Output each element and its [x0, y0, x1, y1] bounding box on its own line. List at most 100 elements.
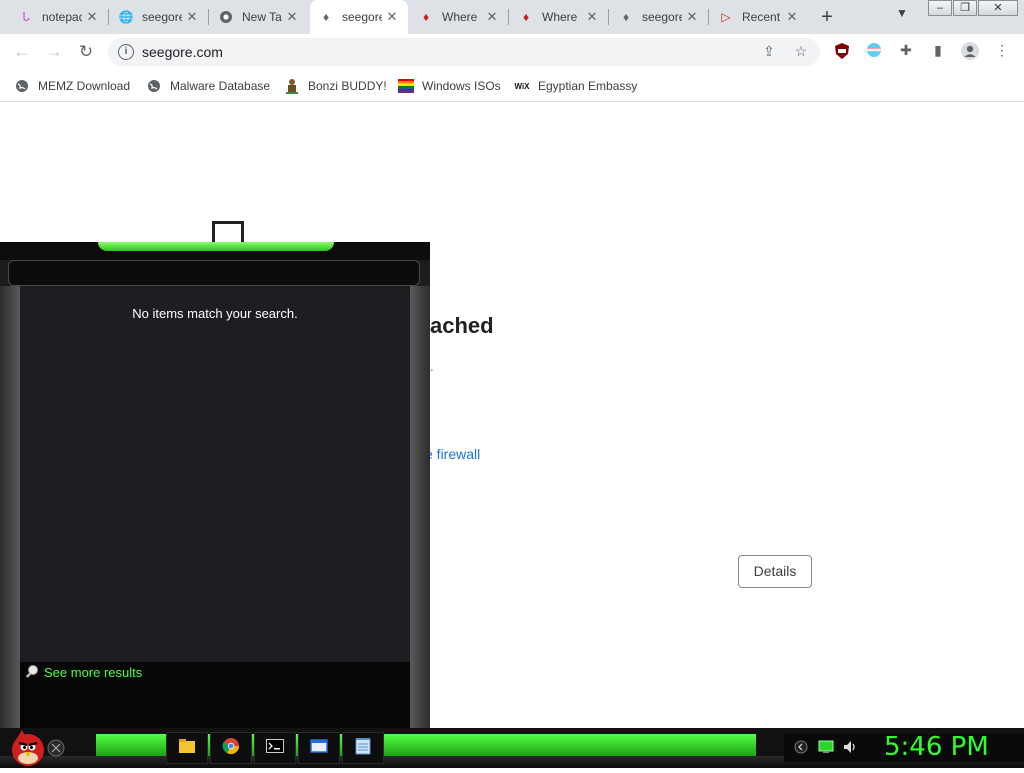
- close-icon[interactable]: ✕: [284, 9, 300, 25]
- start-menu-top-bar: [0, 242, 430, 260]
- bookmarks-bar: MEMZ Download Malware Database Bonzi BUD…: [0, 70, 1024, 102]
- bookmark-malware-database[interactable]: Malware Database: [146, 76, 270, 96]
- close-icon[interactable]: ✕: [784, 9, 800, 25]
- side-panel-icon[interactable]: ▮: [928, 42, 948, 62]
- window-app-icon: [310, 738, 328, 758]
- rainbow-flag-icon: [398, 78, 414, 94]
- tab-where-2[interactable]: ♦ Where ✕: [510, 0, 609, 34]
- browser-toolbar: ← → ↻ i seegore.com ⇪ ☆ ✚ ▮ ⋮: [0, 34, 1024, 70]
- network-monitor-icon[interactable]: [818, 740, 834, 759]
- globe-icon: 🌐: [118, 10, 134, 24]
- notepad-icon: [355, 737, 371, 760]
- taskbar-window-app[interactable]: [298, 732, 340, 764]
- restore-button[interactable]: ❐: [953, 0, 977, 16]
- new-tab-button[interactable]: +: [816, 6, 838, 28]
- taskbar-file-explorer[interactable]: [166, 732, 208, 764]
- star-icon[interactable]: ☆: [792, 43, 810, 61]
- tab-search-chevron-icon[interactable]: ▼: [896, 6, 908, 20]
- folder-icon: [178, 738, 196, 759]
- extension-flag-icon[interactable]: [864, 42, 884, 62]
- wix-icon: WiX: [514, 81, 530, 91]
- tab-seegore-active[interactable]: ♦ seegore ✕: [310, 0, 408, 34]
- tab-seegore-2[interactable]: ♦ seegore ✕: [610, 0, 709, 34]
- bookmark-memz-download[interactable]: MEMZ Download: [14, 76, 130, 96]
- minimize-button[interactable]: –: [928, 0, 952, 16]
- bookmark-egyptian-embassy[interactable]: WiX Egyptian Embassy: [514, 76, 637, 96]
- taskbar-notepad[interactable]: [342, 732, 384, 764]
- start-menu-footer: See more results: [20, 662, 410, 728]
- taskbar-command-prompt[interactable]: [254, 732, 296, 764]
- globe-icon: [146, 78, 162, 94]
- error-heading: ached: [430, 313, 494, 338]
- tab-separator: [608, 9, 609, 25]
- url-text[interactable]: seegore.com: [142, 44, 223, 60]
- tab-title: seegore: [342, 10, 382, 24]
- start-menu: No items match your search. See more res…: [0, 242, 430, 728]
- tab-seegore-1[interactable]: 🌐 seegore ✕: [110, 0, 209, 34]
- tray-chevron-icon[interactable]: [794, 740, 808, 759]
- tab-notepad[interactable]: ᒐ notepad ✕: [10, 0, 109, 34]
- see-more-label: See more results: [44, 664, 143, 680]
- notepad-favicon-icon: ᒐ: [22, 10, 30, 24]
- bookmark-windows-isos[interactable]: Windows ISOs: [398, 76, 501, 96]
- forward-button[interactable]: →: [42, 40, 66, 64]
- back-button[interactable]: ←: [10, 40, 34, 64]
- start-menu-glow: [98, 242, 334, 251]
- tab-separator: [208, 9, 209, 25]
- tab-new-tab[interactable]: New Tab ✕: [210, 0, 308, 34]
- tab-title: Recent: [742, 10, 781, 24]
- pin-icon: ♦: [522, 10, 530, 24]
- bookmark-label: Bonzi BUDDY!: [308, 79, 387, 93]
- tab-title: seegore: [142, 10, 182, 24]
- taskbar: 5:46 PM: [0, 728, 1024, 768]
- tab-title: notepad: [42, 10, 82, 24]
- close-icon[interactable]: ✕: [684, 9, 700, 25]
- tab-strip: ᒐ notepad ✕ 🌐 seegore ✕ New Tab ✕ ♦ seeg…: [0, 0, 1024, 34]
- address-bar[interactable]: i seegore.com ⇪ ☆: [108, 38, 820, 66]
- tab-separator: [508, 9, 509, 25]
- tab-separator: [708, 9, 709, 25]
- close-icon[interactable]: ✕: [184, 9, 200, 25]
- tab-title: Where: [542, 10, 578, 24]
- tab-title: seegore: [642, 10, 682, 24]
- cmd-icon: [266, 738, 284, 758]
- details-button[interactable]: Details: [738, 555, 812, 588]
- globe-icon: [14, 78, 30, 94]
- close-icon[interactable]: ✕: [84, 9, 100, 25]
- share-icon[interactable]: ⇪: [760, 43, 778, 61]
- start-button[interactable]: [6, 728, 68, 768]
- ublock-icon[interactable]: [832, 42, 852, 62]
- volume-icon[interactable]: [842, 739, 858, 760]
- tab-where-1[interactable]: ♦ Where ✕: [410, 0, 509, 34]
- extensions-puzzle-icon[interactable]: ✚: [896, 42, 916, 62]
- start-menu-frame-right: [410, 286, 430, 728]
- tab-title: New Tab: [242, 10, 282, 24]
- menu-kebab-icon[interactable]: ⋮: [992, 42, 1012, 62]
- start-menu-search-input[interactable]: [8, 260, 420, 286]
- pin-icon: ♦: [622, 10, 630, 24]
- see-more-results-link[interactable]: See more results: [24, 664, 142, 680]
- recent-icon: ▷: [721, 10, 731, 24]
- profile-avatar-icon[interactable]: [960, 42, 980, 62]
- reload-button[interactable]: ↻: [74, 40, 98, 64]
- start-menu-results: No items match your search.: [20, 290, 410, 662]
- bookmark-label: MEMZ Download: [38, 79, 131, 93]
- bookmark-label: Windows ISOs: [422, 79, 501, 93]
- chrome-icon: [222, 737, 240, 760]
- start-menu-frame-left: [0, 286, 20, 728]
- close-icon[interactable]: ✕: [484, 9, 500, 25]
- tab-recent[interactable]: ▷ Recent ✕: [710, 0, 808, 34]
- taskbar-chrome[interactable]: [210, 732, 252, 764]
- close-icon[interactable]: ✕: [384, 9, 400, 25]
- close-window-button[interactable]: ✕: [978, 0, 1018, 16]
- firewall-link[interactable]: e firewall: [425, 446, 480, 462]
- bookmark-bonzi-buddy[interactable]: Bonzi BUDDY!: [284, 76, 387, 96]
- close-icon[interactable]: ✕: [584, 9, 600, 25]
- chrome-icon: [218, 9, 234, 25]
- pin-icon: ♦: [422, 10, 430, 24]
- tab-title: Where: [442, 10, 478, 24]
- magnifier-icon: [24, 664, 40, 680]
- no-results-message: No items match your search.: [132, 306, 298, 321]
- info-icon[interactable]: i: [118, 44, 134, 60]
- taskbar-clock[interactable]: 5:46 PM: [884, 732, 989, 762]
